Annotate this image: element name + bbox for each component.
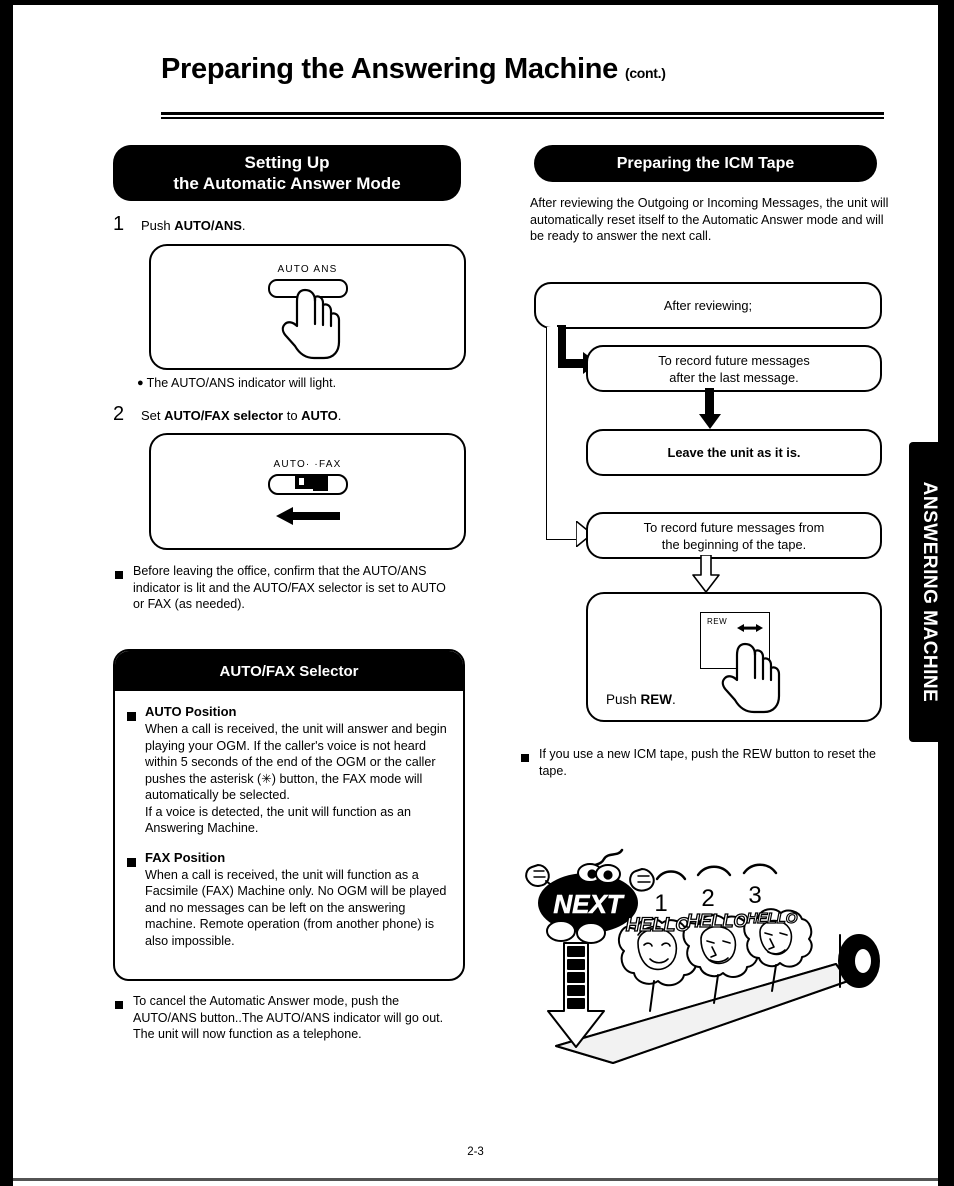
illustration-hello-1: HELLO — [626, 915, 691, 936]
slide-switch-icon[interactable] — [267, 474, 348, 495]
step-2-text-bold: AUTO/FAX selector — [164, 408, 284, 423]
section-header-setting-up: Setting Up the Automatic Answer Mode — [113, 145, 461, 201]
fax-position-title: FAX Position — [145, 849, 226, 865]
rew-button-label: REW — [707, 617, 728, 626]
flow-branch-a-box: To record future messages after the last… — [586, 345, 882, 392]
rew-caption-bold: REW — [640, 692, 673, 707]
auto-fax-selector-card-heading: AUTO/FAX Selector — [115, 651, 463, 691]
manual-page: Preparing the Answering Machine (cont.) … — [13, 5, 949, 1178]
step-2-text-pre: Set — [141, 408, 165, 423]
icm-tape-intro: After reviewing the Outgoing or Incoming… — [530, 196, 889, 243]
left-arrow-icon — [275, 507, 340, 530]
rew-caption-pre: Push — [606, 692, 641, 707]
title-divider — [161, 112, 884, 119]
illustration-number-2: 2 — [701, 885, 714, 912]
flow-branch-b-box: To record future messages from the begin… — [586, 512, 882, 559]
page-title: Preparing the Answering Machine (cont.) — [161, 53, 886, 86]
bullet-square-icon — [115, 563, 133, 613]
step-1-text-pre: Push — [141, 218, 175, 233]
rewind-arrow-icon — [737, 619, 763, 637]
flow-branch-a-line2: after the last message. — [669, 369, 799, 385]
right-column: Preparing the ICM Tape — [534, 145, 879, 182]
page-title-continued: (cont.) — [624, 65, 666, 81]
step-2-text-mid: to — [283, 408, 302, 423]
note-new-icm-tape-text: If you use a new ICM tape, push the REW … — [539, 747, 876, 778]
rew-caption-post: . — [672, 692, 676, 707]
figure-auto-fax-selector: AUTO· ·FAX — [149, 433, 466, 550]
page-title-text: Preparing the Answering Machine — [161, 53, 618, 85]
fax-position-section: FAX Position When a call is received, th… — [127, 849, 449, 950]
flow-start-text: After reviewing; — [663, 298, 753, 313]
auto-position-title: AUTO Position — [145, 704, 237, 719]
flow-thick-connector-horizontal — [557, 359, 585, 368]
figure-auto-ans-button: AUTO ANS — [149, 244, 466, 370]
step-2: 2 Set AUTO/FAX selector to AUTO. — [113, 403, 341, 425]
illustration-number-1: 1 — [654, 890, 667, 917]
step-1-text-post: . — [241, 218, 246, 233]
step-1-note: ● The AUTO/ANS indicator will light. — [137, 375, 457, 392]
flow-arrow-a-head — [699, 414, 721, 429]
flow-branch-b-line1: To record future messages from — [643, 519, 825, 535]
auto-position-body: When a call is received, the unit will a… — [145, 722, 447, 802]
step-1: 1 Push AUTO/ANS. — [113, 213, 246, 235]
step-1-number: 1 — [113, 213, 125, 235]
note-cancel-text: To cancel the Automatic Answer mode, pus… — [133, 994, 444, 1041]
bullet-dot-icon: ● — [137, 377, 144, 389]
flow-arrow-a-shaft — [705, 388, 714, 416]
step-2-text: Set AUTO/FAX selector to AUTO. — [141, 405, 341, 424]
auto-position-body2: If a voice is detected, the unit will fu… — [145, 804, 412, 836]
scan-border-bottom — [13, 1178, 938, 1181]
flow-result-a-text: Leave the unit as it is. — [667, 445, 801, 460]
flow-start-box: After reviewing; — [534, 282, 882, 329]
left-column: Setting Up the Automatic Answer Mode — [113, 145, 463, 201]
illustration-hello-2: HELLO — [687, 911, 748, 931]
fax-position-body: When a call is received, the unit will f… — [145, 867, 447, 948]
auto-position-section: AUTO Position When a call is received, t… — [127, 703, 449, 837]
figure-rew-button: REW Push REW. — [586, 592, 882, 722]
step-1-text-bold: AUTO/ANS — [174, 218, 242, 233]
scan-border-left — [0, 0, 13, 1186]
flow-result-a-box: Leave the unit as it is. — [586, 429, 882, 476]
tape-reel-illustration: NEXT 1 2 3 HELLO HELLO HELLO — [518, 831, 898, 1071]
page-number: 2-3 — [467, 1146, 484, 1158]
step-2-number: 2 — [113, 403, 125, 425]
note-before-leaving: Before leaving the office, confirm that … — [115, 563, 459, 613]
section-header-line1: Setting Up — [244, 153, 330, 172]
pointing-hand-icon — [719, 638, 793, 718]
step-2-text-bold2: AUTO — [301, 408, 338, 423]
side-tab-answering-machine: ANSWERING MACHINE — [909, 442, 949, 742]
step-2-text-post: . — [337, 408, 342, 423]
section-header-icm-tape: Preparing the ICM Tape — [534, 145, 877, 182]
step-1-text: Push AUTO/ANS. — [141, 215, 246, 234]
flow-branch-a-line1: To record future messages — [658, 352, 810, 368]
illustration-hello-3: HELLO — [747, 910, 798, 927]
bullet-square-icon — [127, 849, 145, 950]
bullet-square-icon — [521, 746, 539, 779]
auto-fax-selector-card: AUTO/FAX Selector AUTO Position When a c… — [113, 649, 465, 981]
rew-figure-caption: Push REW. — [606, 692, 676, 707]
note-before-leaving-text: Before leaving the office, confirm that … — [133, 564, 446, 611]
auto-fax-switch-label: AUTO· ·FAX — [273, 459, 342, 470]
section-header-line2: the Automatic Answer Mode — [173, 174, 401, 193]
illustration-character-label: NEXT — [553, 889, 624, 919]
bullet-square-icon — [115, 993, 133, 1043]
side-tab-label: ANSWERING MACHINE — [919, 481, 940, 703]
auto-ans-button-label: AUTO ANS — [277, 264, 338, 275]
flow-hollow-connector-vertical — [546, 327, 558, 540]
pointing-hand-icon — [279, 284, 353, 364]
step-1-note-text: The AUTO/ANS indicator will light. — [146, 376, 337, 390]
note-new-icm-tape: If you use a new ICM tape, push the REW … — [521, 746, 881, 779]
note-cancel-auto-answer: To cancel the Automatic Answer mode, pus… — [115, 993, 459, 1043]
illustration-number-3: 3 — [748, 882, 761, 909]
bullet-square-icon — [127, 703, 145, 837]
flow-branch-b-line2: the beginning of the tape. — [661, 536, 807, 552]
